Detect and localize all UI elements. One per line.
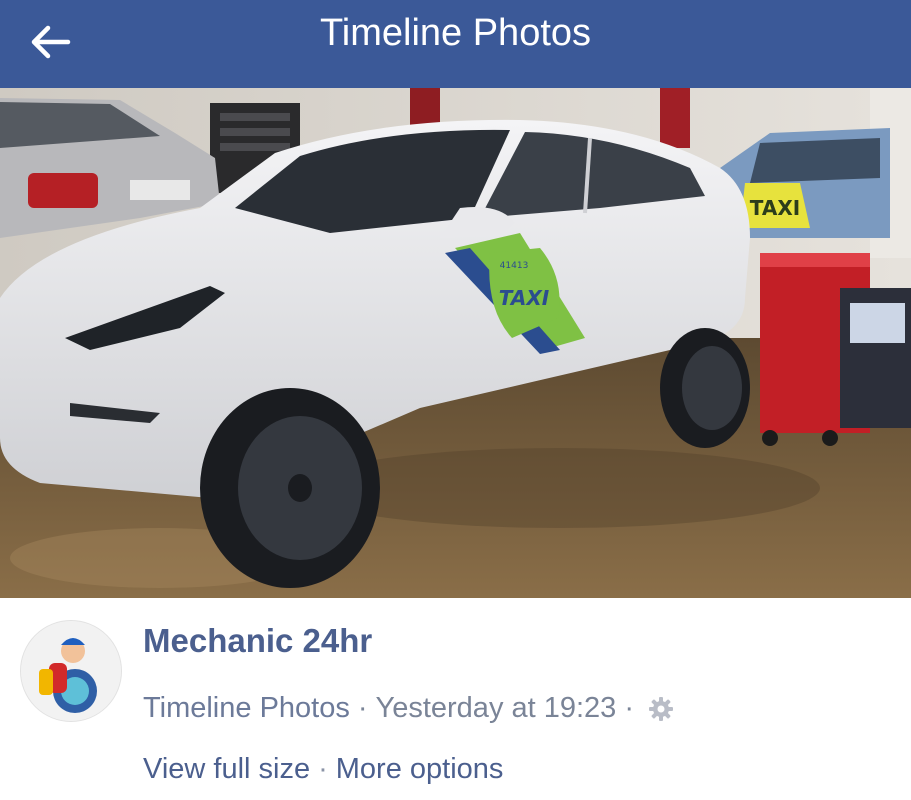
page-name-link[interactable]: Mechanic 24hr bbox=[143, 622, 372, 660]
more-options-link[interactable]: More options bbox=[336, 753, 504, 786]
post-info: Mechanic 24hr Timeline Photos · Yesterda… bbox=[0, 598, 911, 800]
photo-actions: View full size · More options bbox=[143, 753, 503, 786]
separator: · bbox=[624, 692, 634, 724]
page-title: Timeline Photos bbox=[319, 12, 592, 54]
separator: · bbox=[318, 753, 328, 785]
top-bar: Timeline Photos bbox=[0, 0, 911, 88]
svg-text:TAXI: TAXI bbox=[750, 196, 800, 220]
timestamp[interactable]: Yesterday at 19:23 bbox=[376, 692, 617, 725]
svg-text:41413: 41413 bbox=[500, 261, 529, 271]
view-full-size-link[interactable]: View full size bbox=[143, 753, 310, 786]
post-meta: Timeline Photos · Yesterday at 19:23 · bbox=[143, 692, 674, 725]
svg-text:TAXI: TAXI bbox=[499, 286, 550, 310]
arrow-left-icon bbox=[31, 25, 71, 59]
back-button[interactable] bbox=[22, 14, 78, 70]
separator: · bbox=[357, 692, 368, 724]
album-link[interactable]: Timeline Photos bbox=[143, 692, 350, 725]
avatar[interactable] bbox=[20, 620, 122, 722]
timeline-photo[interactable]: TAXI TAXI 41413 bbox=[0, 88, 911, 598]
gear-icon[interactable] bbox=[648, 696, 674, 722]
